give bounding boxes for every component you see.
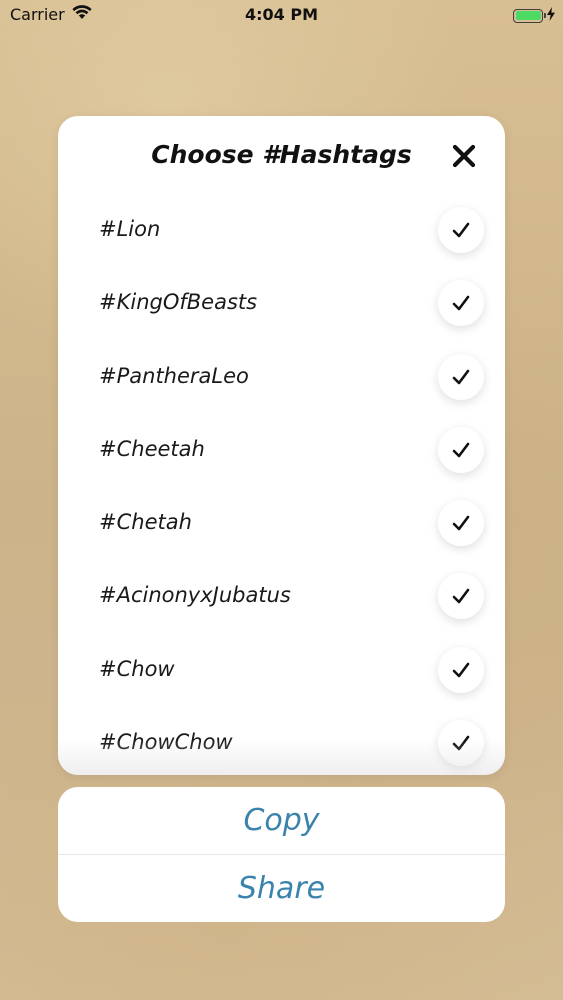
- checkmark-icon: [452, 515, 470, 531]
- hashtag-label: #Lion: [99, 217, 161, 241]
- status-bar: Carrier 4:04 PM: [0, 0, 563, 30]
- hashtag-row[interactable]: #Chow: [58, 633, 505, 706]
- hashtag-row[interactable]: #Chetah: [58, 486, 505, 559]
- hashtag-row[interactable]: #Cheetah: [58, 413, 505, 486]
- charging-bolt-icon: [547, 6, 555, 25]
- hashtag-row[interactable]: #KingOfBeasts: [58, 266, 505, 339]
- hashtag-row[interactable]: #AcinonyxJubatus: [58, 559, 505, 632]
- hashtag-toggle-button[interactable]: [438, 500, 484, 547]
- copy-button[interactable]: Copy: [58, 787, 505, 854]
- sheet-title: Choose #Hashtags: [151, 140, 412, 169]
- hashtag-label: #Chetah: [99, 510, 192, 535]
- checkmark-icon: [452, 442, 470, 458]
- checkmark-icon: [452, 295, 470, 311]
- hashtag-label: #Chow: [99, 656, 175, 681]
- hashtag-toggle-button[interactable]: [438, 353, 484, 400]
- hashtag-label: #KingOfBeasts: [99, 290, 258, 315]
- battery-icon: [513, 8, 546, 23]
- hashtag-label: #PantheraLeo: [99, 363, 249, 388]
- close-button[interactable]: [451, 143, 477, 169]
- hashtag-toggle-button[interactable]: [438, 646, 484, 693]
- hashtag-label: #Cheetah: [99, 436, 205, 461]
- hashtag-chooser-card: Choose #Hashtags #Lion #KingOfBeasts #Pant…: [58, 116, 505, 775]
- status-right: [513, 6, 555, 25]
- battery-fill: [515, 11, 541, 20]
- checkmark-icon: [452, 589, 470, 604]
- checkmark-icon: [452, 222, 470, 238]
- hashtag-toggle-button[interactable]: [438, 720, 484, 767]
- close-icon: [452, 144, 476, 168]
- share-button[interactable]: Share: [58, 855, 505, 922]
- battery-cap: [544, 12, 546, 18]
- hashtag-label: #AcinonyxJubatus: [99, 583, 291, 608]
- hashtag-row[interactable]: #ChowChow: [58, 706, 505, 775]
- hashtag-toggle-button[interactable]: [438, 280, 484, 327]
- hashtag-toggle-button[interactable]: [438, 207, 484, 253]
- action-sheet: Copy Share: [58, 787, 505, 922]
- checkmark-icon: [452, 662, 470, 678]
- checkmark-icon: [452, 369, 470, 384]
- status-time: 4:04 PM: [244, 5, 318, 24]
- hashtag-row[interactable]: #PantheraLeo: [58, 340, 505, 413]
- checkmark-icon: [452, 735, 470, 751]
- hashtag-toggle-button[interactable]: [438, 426, 484, 473]
- hashtag-toggle-button[interactable]: [438, 573, 484, 620]
- hashtag-row[interactable]: #Lion: [58, 193, 505, 266]
- hashtag-label: #ChowChow: [99, 730, 233, 755]
- hashtag-list: #Lion #KingOfBeasts #PantheraLeo #Cheetah #C…: [58, 193, 505, 775]
